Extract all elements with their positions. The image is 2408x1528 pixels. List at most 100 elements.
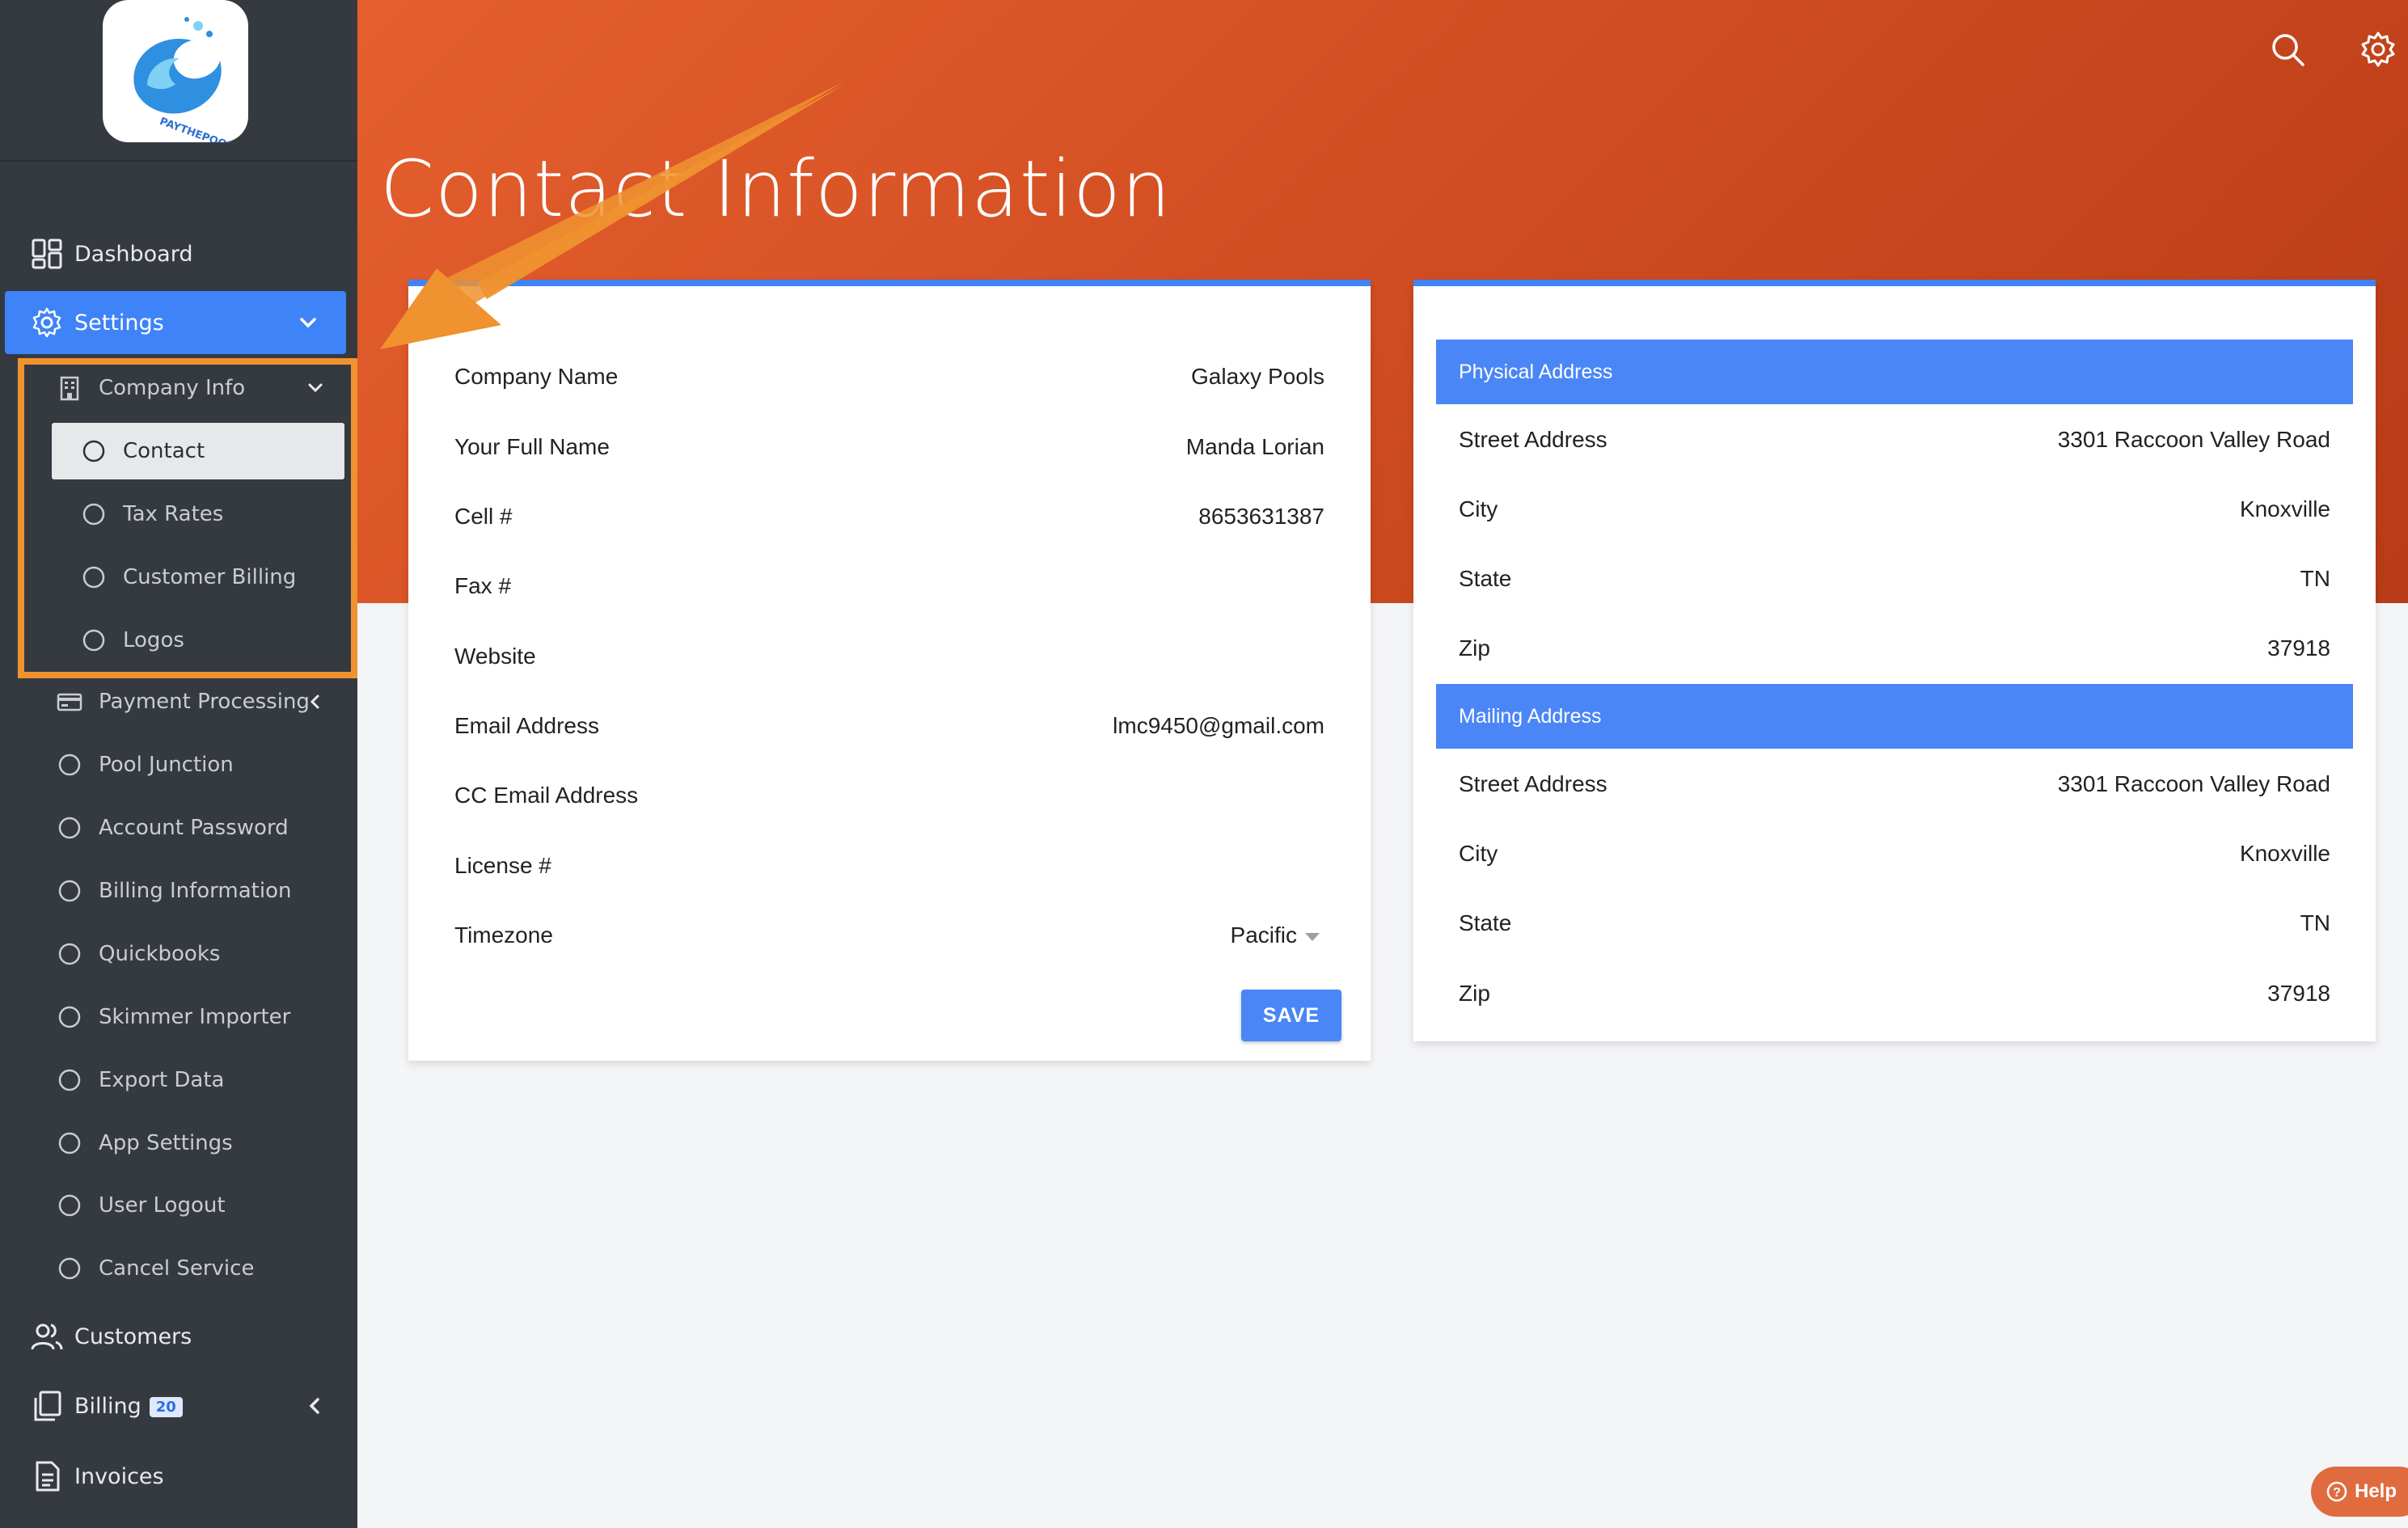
mailing-state-value[interactable]: TN (2300, 910, 2330, 936)
billing-icon (34, 1391, 61, 1421)
sidebar-item-label: Tax Rates (123, 502, 224, 526)
mailing-street-value[interactable]: 3301 Raccoon Valley Road (2058, 771, 2330, 797)
field-label: City (1459, 496, 1498, 521)
logo-area: PAYTHEPOOLMAN (0, 0, 357, 163)
circle-icon (58, 1257, 81, 1280)
sidebar-item-label: Contact (123, 439, 205, 463)
sidebar-item-pool-junction[interactable]: Pool Junction (0, 737, 357, 793)
mailing-street-row[interactable]: Street Address 3301 Raccoon Valley Road (1459, 760, 2330, 808)
full-name-value[interactable]: Manda Lorian (1186, 434, 1324, 460)
sidebar-item-label: Export Data (99, 1068, 225, 1092)
sidebar-item-billing[interactable]: Billing 20 (0, 1374, 357, 1437)
form-row-timezone[interactable]: Timezone Pacific (454, 911, 1324, 960)
physical-city-value[interactable]: Knoxville (2240, 496, 2330, 522)
search-icon[interactable] (2269, 31, 2306, 68)
sidebar-item-label: Cancel Service (99, 1256, 255, 1281)
sidebar-item-customer-billing[interactable]: Customer Billing (52, 549, 344, 606)
circle-icon (58, 817, 81, 839)
sidebar-item-account-password[interactable]: Account Password (0, 800, 357, 856)
form-row-license[interactable]: License # (454, 842, 1324, 890)
field-label: Zip (1459, 635, 1490, 661)
sidebar-item-export-data[interactable]: Export Data (0, 1052, 357, 1108)
physical-street-value[interactable]: 3301 Raccoon Valley Road (2058, 427, 2330, 453)
mailing-address-header: Mailing Address (1436, 684, 2353, 749)
help-button[interactable]: ? Help (2311, 1467, 2408, 1517)
sidebar-item-logos[interactable]: Logos (52, 612, 344, 669)
sidebar-item-label: User Logout (99, 1193, 226, 1218)
mailing-state-row[interactable]: State TN (1459, 899, 2330, 948)
physical-zip-row[interactable]: Zip 37918 (1459, 624, 2330, 673)
physical-zip-value[interactable]: 37918 (2267, 635, 2330, 661)
sidebar-item-company-info[interactable]: Company Info (0, 360, 357, 416)
page-title: Contact Information (380, 144, 1172, 234)
contact-form-card: Company Name Galaxy Pools Your Full Name… (408, 280, 1371, 1061)
sidebar-item-label: Settings (74, 310, 164, 336)
physical-state-value[interactable]: TN (2300, 566, 2330, 592)
field-label: Email Address (454, 713, 599, 738)
app-logo[interactable]: PAYTHEPOOLMAN (103, 0, 260, 163)
circle-icon (58, 1194, 81, 1217)
circle-icon (82, 503, 105, 526)
sidebar-item-cancel-service[interactable]: Cancel Service (0, 1240, 357, 1297)
mailing-city-row[interactable]: City Knoxville (1459, 829, 2330, 878)
sidebar-item-dashboard[interactable]: Dashboard (0, 222, 357, 285)
sidebar-item-tax-rates[interactable]: Tax Rates (52, 486, 344, 542)
chevron-left-icon (310, 694, 319, 709)
sidebar-item-invoices[interactable]: Invoices (0, 1445, 357, 1508)
document-icon (36, 1461, 60, 1492)
sidebar-item-settings[interactable]: Settings (5, 291, 346, 354)
sidebar-item-label: Dashboard (74, 241, 193, 267)
svg-text:PAYTHEPOOLMAN: PAYTHEPOOLMAN (158, 116, 248, 142)
circle-icon (58, 753, 81, 776)
caret-down-icon (1305, 932, 1320, 941)
cell-value[interactable]: 8653631387 (1198, 504, 1324, 530)
help-label: Help (2355, 1480, 2397, 1502)
form-row-email[interactable]: Email Address lmc9450@gmail.com (454, 702, 1324, 750)
form-row-cell[interactable]: Cell # 8653631387 (454, 492, 1324, 541)
sidebar-item-payment-processing[interactable]: Payment Processing (0, 673, 357, 730)
physical-city-row[interactable]: City Knoxville (1459, 485, 2330, 534)
physical-street-row[interactable]: Street Address 3301 Raccoon Valley Road (1459, 416, 2330, 464)
credit-card-icon (57, 693, 82, 711)
sidebar-item-label: Billing Information (99, 879, 292, 903)
sidebar-item-contact[interactable]: Contact (52, 423, 344, 479)
save-button[interactable]: SAVE (1241, 990, 1341, 1041)
sidebar-item-billing-information[interactable]: Billing Information (0, 863, 357, 919)
sidebar-item-label: Account Password (99, 816, 289, 840)
sidebar: PAYTHEPOOLMAN Dashboard Settings Company… (0, 0, 357, 1528)
sidebar-item-label: Customer Billing (123, 565, 297, 589)
sidebar-item-label: Logos (123, 628, 184, 652)
company-name-value[interactable]: Galaxy Pools (1191, 364, 1324, 390)
sidebar-item-label: Billing 20 (74, 1394, 183, 1419)
sidebar-item-quickbooks[interactable]: Quickbooks (0, 926, 357, 982)
sidebar-item-label: Skimmer Importer (99, 1005, 291, 1029)
form-row-company-name[interactable]: Company Name Galaxy Pools (454, 352, 1324, 401)
sidebar-item-skimmer-importer[interactable]: Skimmer Importer (0, 989, 357, 1045)
circle-icon (58, 1069, 81, 1091)
form-row-fax[interactable]: Fax # (454, 562, 1324, 610)
mailing-zip-value[interactable]: 37918 (2267, 981, 2330, 1007)
field-label: City (1459, 841, 1498, 866)
mailing-zip-row[interactable]: Zip 37918 (1459, 969, 2330, 1018)
field-label: Street Address (1459, 771, 1607, 796)
sidebar-item-app-settings[interactable]: App Settings (0, 1115, 357, 1171)
mailing-city-value[interactable]: Knoxville (2240, 841, 2330, 867)
sidebar-item-customers[interactable]: Customers (0, 1305, 357, 1368)
physical-state-row[interactable]: State TN (1459, 555, 2330, 603)
circle-icon (82, 440, 105, 462)
sidebar-item-label: Pool Junction (99, 753, 234, 777)
form-row-cc-email[interactable]: CC Email Address (454, 771, 1324, 820)
form-row-website[interactable]: Website (454, 632, 1324, 681)
field-label: State (1459, 566, 1512, 591)
sidebar-item-label: Customers (74, 1323, 192, 1349)
field-label: Zip (1459, 981, 1490, 1006)
gear-icon[interactable] (2359, 31, 2397, 68)
field-label: Your Full Name (454, 434, 610, 459)
timezone-select[interactable]: Pacific (1231, 922, 1320, 948)
email-value[interactable]: lmc9450@gmail.com (1113, 713, 1324, 739)
chevron-down-icon (300, 318, 316, 328)
sidebar-item-user-logout[interactable]: User Logout (0, 1177, 357, 1234)
form-row-full-name[interactable]: Your Full Name Manda Lorian (454, 423, 1324, 471)
circle-icon (58, 943, 81, 965)
svg-text:?: ? (2333, 1486, 2341, 1500)
